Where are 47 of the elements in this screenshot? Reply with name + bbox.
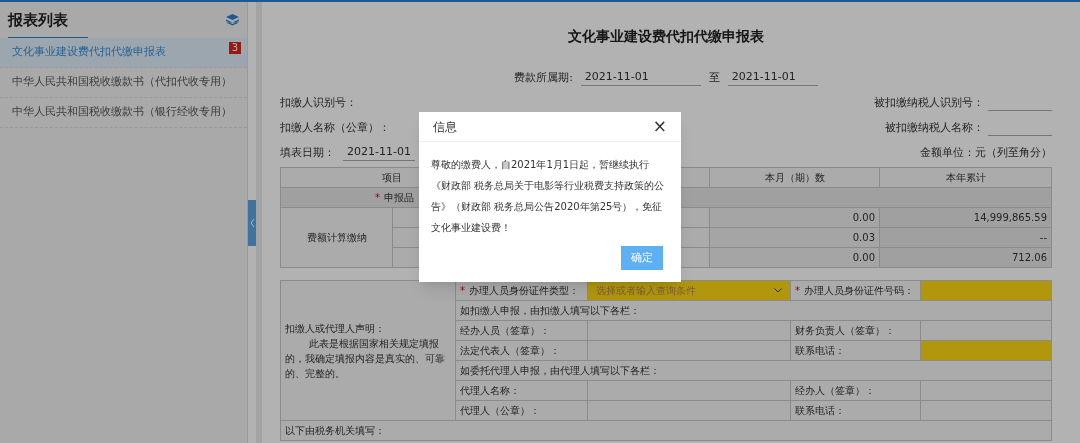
unit-note: 金额单位：元（列至角分） [920, 144, 1052, 161]
section-note: 以下由税务机关填写： [280, 420, 1052, 441]
input-field[interactable] [920, 280, 1052, 301]
field-label: 费款所属期: [514, 69, 573, 86]
required-mark: * [460, 285, 465, 296]
field-label: 财务负责人（签章）： [790, 320, 921, 341]
date-field[interactable]: 2021-11-01 [727, 68, 818, 86]
field-label: 法定代表人（签章）： [455, 340, 588, 361]
field-label: 联系电话： [790, 340, 921, 361]
field-label: 办理人员身份证件号码： [804, 285, 914, 296]
chevron-left-icon [249, 218, 255, 227]
row-label: 费额计算缴纳 [280, 207, 393, 268]
required-mark: * [795, 285, 800, 296]
count-badge: 3 [228, 42, 241, 54]
field-label: 扣缴人名称（公章）： [280, 119, 390, 136]
input-field[interactable] [920, 400, 1052, 421]
field-label: 填表日期： [280, 144, 335, 161]
layers-icon[interactable] [226, 14, 239, 26]
field-label: 经办人员（签章）： [455, 320, 588, 341]
close-button[interactable]: × [652, 118, 667, 135]
range-separator: 至 [708, 69, 720, 86]
field-label: 代理人（公章）： [455, 400, 588, 421]
column-header: 本月（期）数 [709, 167, 880, 188]
field-label: 被扣缴纳税人识别号： [874, 94, 984, 111]
column-header: 本年累计 [879, 167, 1052, 188]
date-field[interactable]: 2021-11-01 [580, 68, 701, 86]
field-label: 经办人（签章）： [790, 380, 921, 401]
field-label: 代理人名称： [455, 380, 588, 401]
sidebar-item[interactable]: 文化事业建设费代扣代缴申报表 3 [0, 38, 247, 68]
date-field[interactable]: 2021-11-01 [343, 143, 415, 161]
section-note: 如扣缴人申报，由扣缴人填写以下各栏： [455, 300, 1052, 321]
declaration-text: 此表是根据国家相关规定填报的，我确定填报内容是真实的、可靠的、完整的。 [285, 336, 446, 381]
sidebar-item[interactable]: 中华人民共和国税收缴款书（代扣代收专用） [0, 68, 247, 98]
row-label: 申报品 [384, 192, 414, 203]
form-title: 文化事业建设费代扣代缴申报表 [567, 27, 765, 46]
field-label: 被扣缴纳税人名称： [885, 119, 984, 136]
sidebar-item[interactable]: 中华人民共和国税收缴款书（银行经收专用） [0, 98, 247, 128]
input-field[interactable] [920, 380, 1052, 401]
section-note: 如委托代理人申报，由代理人填写以下各栏： [455, 360, 1052, 381]
collapse-handle[interactable] [248, 199, 256, 246]
field-label: 办理人员身份证件类型： [469, 285, 579, 296]
field-label: 联系电话： [790, 400, 921, 421]
field-label: 扣缴人识别号： [280, 94, 357, 111]
declaration-title: 扣缴人或代理人声明： [285, 321, 386, 336]
input-field[interactable] [920, 320, 1052, 341]
dialog-title: 信息 [433, 118, 457, 136]
required-mark: * [375, 192, 380, 203]
